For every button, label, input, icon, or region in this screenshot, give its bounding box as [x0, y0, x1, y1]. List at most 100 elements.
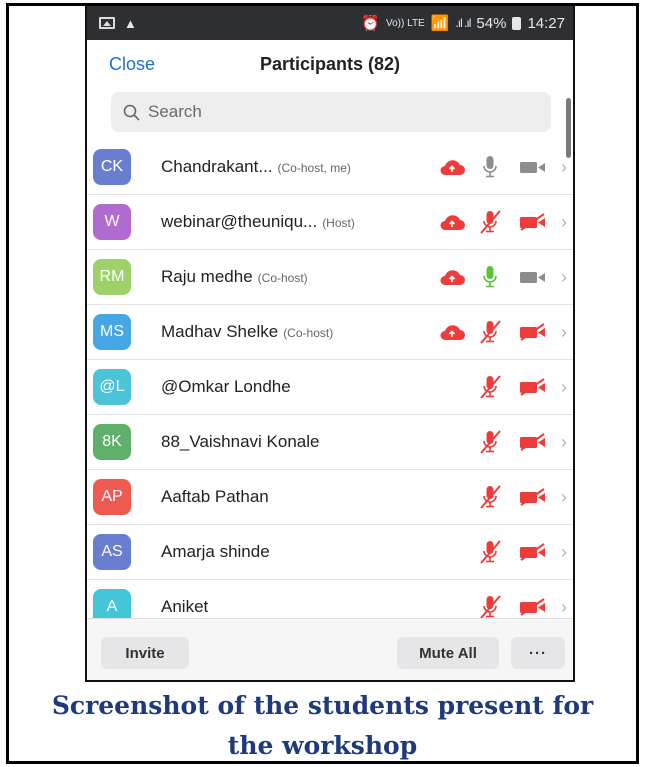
mic-muted-icon [469, 429, 511, 455]
participant-status-icons: › [469, 360, 573, 414]
avatar: CK [93, 149, 131, 185]
participant-name: Madhav Shelke [161, 322, 279, 341]
clock: 14:27 [527, 14, 565, 32]
participant-name: Aniket [161, 597, 209, 616]
chevron-right-icon[interactable]: › [555, 377, 573, 398]
gallery-icon [99, 17, 115, 29]
status-bar: ▲ ⏰ Vo)) LTE 📶 .ıl .ıl 54% 14:27 [87, 6, 573, 40]
mic-muted-icon [469, 594, 511, 620]
wifi-icon: 📶 [430, 15, 450, 32]
participant-status-icons: › [469, 525, 573, 579]
participant-status-icons: › [469, 415, 573, 469]
avatar: AS [93, 534, 131, 570]
search-icon [123, 104, 140, 121]
participant-name-wrap: @Omkar Londhe [161, 377, 291, 397]
video-off-icon [511, 598, 555, 616]
participant-name-wrap: Amarja shinde [161, 542, 270, 562]
video-off-icon [511, 213, 555, 231]
participant-name: Amarja shinde [161, 542, 270, 561]
participant-name: webinar@theuniqu... [161, 212, 318, 231]
chevron-right-icon[interactable]: › [555, 322, 573, 343]
mic-muted-icon [469, 319, 511, 345]
participant-name-wrap: Aniket [161, 597, 208, 617]
caption-line-1: Screenshot of the students present for [51, 691, 594, 720]
cloud-recording-icon [435, 268, 469, 286]
video-off-icon [511, 433, 555, 451]
chevron-right-icon[interactable]: › [555, 432, 573, 453]
participant-name: Chandrakant... [161, 157, 273, 176]
chevron-right-icon[interactable]: › [555, 542, 573, 563]
mic-icon [469, 154, 511, 180]
participant-list: CK Chandrakant... (Co-host, me) › Wwebinar@t… [87, 140, 573, 635]
alarm-icon: ⏰ [361, 15, 380, 32]
cloud-recording-icon [435, 158, 469, 176]
participant-row[interactable]: RM Raju medhe (Co-host) › [87, 250, 573, 305]
chevron-right-icon[interactable]: › [555, 267, 573, 288]
avatar: MS [93, 314, 131, 350]
video-off-icon [511, 323, 555, 341]
video-off-icon [511, 378, 555, 396]
participant-row[interactable]: CK Chandrakant... (Co-host, me) › [87, 140, 573, 195]
participant-name: Aaftab Pathan [161, 487, 269, 506]
participant-name-wrap: Madhav Shelke (Co-host) [161, 322, 333, 342]
caption: Screenshot of the students present for t… [9, 686, 636, 766]
participant-row[interactable]: Wwebinar@theuniqu... (Host) › [87, 195, 573, 250]
mic-muted-icon [469, 484, 511, 510]
video-off-icon [511, 488, 555, 506]
cloud-recording-icon [435, 323, 469, 341]
participant-name: Raju medhe [161, 267, 253, 286]
participant-row[interactable]: AS Amarja shinde › [87, 525, 573, 580]
mic-muted-icon [469, 374, 511, 400]
avatar: AP [93, 479, 131, 515]
more-options-button[interactable]: ··· [511, 637, 565, 669]
chevron-right-icon[interactable]: › [555, 597, 573, 618]
search-section [87, 88, 573, 158]
participant-row[interactable]: @L @Omkar Londhe › [87, 360, 573, 415]
search-box[interactable] [111, 92, 551, 132]
participant-role: (Co-host) [283, 326, 334, 340]
participant-name-wrap: Raju medhe (Co-host) [161, 267, 308, 287]
participant-name: 88_Vaishnavi Konale [161, 432, 320, 451]
participant-status-icons: › [469, 470, 573, 524]
participant-row[interactable]: 8K 88_Vaishnavi Konale › [87, 415, 573, 470]
caption-line-2: the workshop [227, 731, 418, 760]
close-button[interactable]: Close [109, 54, 155, 75]
participant-name-wrap: webinar@theuniqu... (Host) [161, 212, 355, 232]
battery-icon [512, 16, 522, 30]
chevron-right-icon[interactable]: › [555, 157, 573, 178]
participant-status-icons: › [435, 305, 573, 359]
screenshot-frame: ▲ ⏰ Vo)) LTE 📶 .ıl .ıl 54% 14:27 Close P… [6, 3, 639, 764]
participant-status-icons: › [435, 250, 573, 304]
participant-status-icons: › [435, 140, 573, 194]
video-icon [511, 268, 555, 286]
video-off-icon [511, 543, 555, 561]
avatar: @L [93, 369, 131, 405]
participant-name-wrap: 88_Vaishnavi Konale [161, 432, 319, 452]
header: Close Participants (82) [87, 40, 573, 88]
search-input[interactable] [148, 102, 528, 122]
mic-muted-icon [469, 539, 511, 565]
invite-button[interactable]: Invite [101, 637, 189, 669]
bottom-toolbar: Invite Mute All ··· [87, 618, 573, 680]
participant-role: (Co-host, me) [277, 161, 351, 175]
mic-icon [469, 264, 511, 290]
mute-all-button[interactable]: Mute All [397, 637, 499, 669]
avatar: W [93, 204, 131, 240]
participant-role: (Co-host) [257, 271, 308, 285]
participant-status-icons: › [435, 195, 573, 249]
chevron-right-icon[interactable]: › [555, 212, 573, 233]
volte-indicator: Vo)) LTE [386, 17, 425, 29]
participant-row[interactable]: MS Madhav Shelke (Co-host) › [87, 305, 573, 360]
participant-name: @Omkar Londhe [161, 377, 291, 396]
phone-screen: ▲ ⏰ Vo)) LTE 📶 .ıl .ıl 54% 14:27 Close P… [85, 6, 575, 682]
participant-name-wrap: Aaftab Pathan [161, 487, 269, 507]
signal-indicator: .ıl .ıl [455, 16, 471, 30]
warning-icon: ▲ [124, 15, 137, 31]
participant-row[interactable]: AP Aaftab Pathan › [87, 470, 573, 525]
avatar: 8K [93, 424, 131, 460]
participant-role: (Host) [322, 216, 355, 230]
video-icon [511, 158, 555, 176]
participant-name-wrap: Chandrakant... (Co-host, me) [161, 157, 351, 177]
mic-muted-icon [469, 209, 511, 235]
chevron-right-icon[interactable]: › [555, 487, 573, 508]
